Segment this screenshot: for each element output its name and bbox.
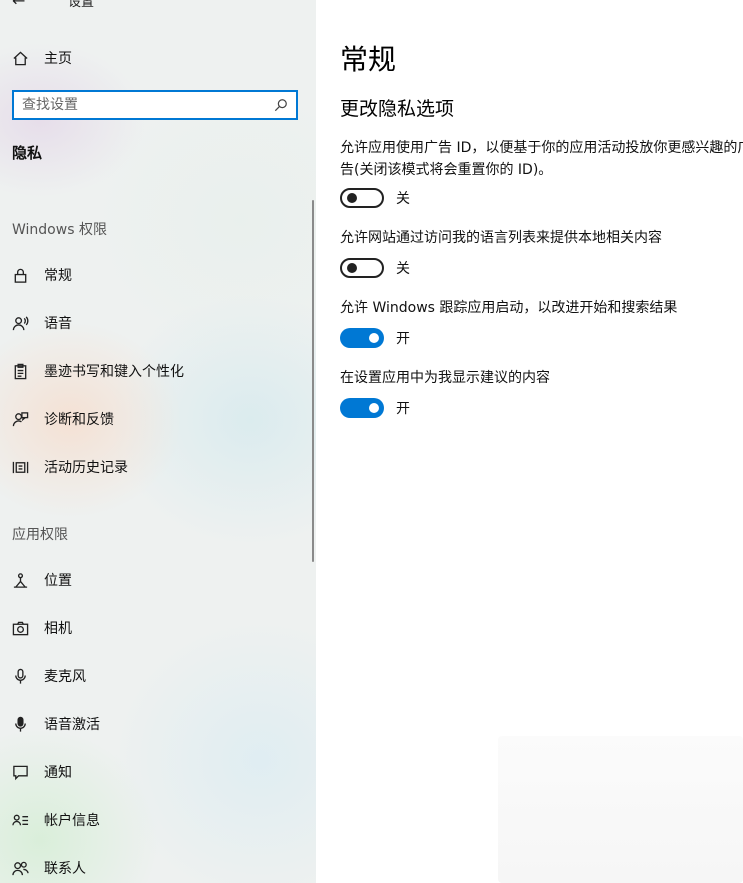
sidebar-item-notifications[interactable]: 通知 bbox=[0, 752, 300, 792]
search-input[interactable] bbox=[14, 92, 274, 118]
sidebar-item-activity[interactable]: 活动历史记录 bbox=[0, 447, 300, 487]
option-suggested-content-row: 开 bbox=[340, 398, 410, 418]
sidebar-scrollbar[interactable] bbox=[312, 200, 314, 562]
toggle-state-label: 关 bbox=[396, 261, 410, 277]
sidebar-item-label: 帐户信息 bbox=[44, 813, 100, 829]
back-arrow-icon[interactable]: ← bbox=[12, 0, 32, 10]
settings-window: ← 设置 主页 隐私 Windows 权限 常规 bbox=[0, 0, 743, 883]
search-box[interactable] bbox=[12, 90, 298, 120]
sidebar-item-voice-activation[interactable]: 语音激活 bbox=[0, 704, 300, 744]
account-list-icon bbox=[11, 811, 29, 829]
sidebar-item-label: 诊断和反馈 bbox=[44, 412, 114, 428]
sidebar-item-label: 活动历史记录 bbox=[44, 460, 128, 476]
location-icon bbox=[11, 571, 29, 589]
sidebar-item-speech[interactable]: 语音 bbox=[0, 303, 300, 343]
toggle-knob bbox=[369, 403, 379, 413]
sidebar-item-label: 位置 bbox=[44, 573, 72, 589]
toggle-state-label: 开 bbox=[396, 401, 410, 417]
sidebar-item-label: 麦克风 bbox=[44, 669, 86, 685]
section-subtitle: 更改隐私选项 bbox=[340, 98, 455, 120]
section-title: 隐私 bbox=[12, 144, 43, 162]
toggle-knob bbox=[347, 193, 357, 203]
speech-person-icon bbox=[11, 314, 29, 332]
option-app-launch-tracking-text: 允许 Windows 跟踪应用启动，以改进开始和搜索结果 bbox=[340, 300, 678, 316]
sidebar-item-inking[interactable]: 墨迹书写和键入个性化 bbox=[0, 351, 300, 391]
sidebar-item-label: 常规 bbox=[44, 268, 72, 284]
group-header-apps: 应用权限 bbox=[12, 527, 68, 543]
toggle-knob bbox=[347, 263, 357, 273]
option-language-list-row: 关 bbox=[340, 258, 410, 278]
sidebar-item-microphone[interactable]: 麦克风 bbox=[0, 656, 300, 696]
option-advertising-id-text: 允许应用使用广告 ID，以便基于你的应用活动投放你更感兴趣的广告(关闭该模式将会… bbox=[340, 140, 743, 178]
group-header-windows: Windows 权限 bbox=[12, 222, 107, 238]
page-title: 常规 bbox=[340, 43, 397, 76]
sidebar-item-label: 通知 bbox=[44, 765, 72, 781]
toggle-knob bbox=[369, 333, 379, 343]
sidebar-item-account-info[interactable]: 帐户信息 bbox=[0, 800, 300, 840]
sidebar: ← 设置 主页 隐私 Windows 权限 常规 bbox=[0, 0, 316, 883]
sidebar-item-label: 主页 bbox=[44, 51, 72, 67]
contacts-icon bbox=[11, 859, 29, 877]
clipboard-icon bbox=[11, 362, 29, 380]
sidebar-item-contacts[interactable]: 联系人 bbox=[0, 848, 300, 883]
suggested-content-toggle[interactable] bbox=[340, 398, 384, 418]
sidebar-item-general[interactable]: 常规 bbox=[0, 255, 300, 295]
chat-icon bbox=[11, 763, 29, 781]
toggle-state-label: 开 bbox=[396, 331, 410, 347]
blank-panel bbox=[498, 736, 743, 883]
app-launch-tracking-toggle[interactable] bbox=[340, 328, 384, 348]
sidebar-item-diagnostics[interactable]: 诊断和反馈 bbox=[0, 399, 300, 439]
microphone-icon bbox=[11, 667, 29, 685]
option-advertising-id-row: 关 bbox=[340, 188, 410, 208]
timeline-icon bbox=[11, 458, 29, 476]
sidebar-item-label: 相机 bbox=[44, 621, 72, 637]
sidebar-item-label: 联系人 bbox=[44, 861, 86, 877]
window-title: 设置 bbox=[68, 0, 95, 10]
sidebar-item-label: 墨迹书写和键入个性化 bbox=[44, 364, 184, 380]
search-icon[interactable] bbox=[274, 97, 290, 113]
toggle-state-label: 关 bbox=[396, 191, 410, 207]
title-bar: ← 设置 bbox=[12, 0, 94, 12]
language-list-toggle[interactable] bbox=[340, 258, 384, 278]
advertising-id-toggle[interactable] bbox=[340, 188, 384, 208]
lock-icon bbox=[11, 266, 29, 284]
feedback-person-icon bbox=[11, 410, 29, 428]
sidebar-item-label: 语音 bbox=[44, 316, 72, 332]
camera-icon bbox=[11, 619, 29, 637]
option-suggested-content-text: 在设置应用中为我显示建议的内容 bbox=[340, 370, 550, 386]
sidebar-item-home[interactable]: 主页 bbox=[0, 38, 300, 78]
option-app-launch-tracking-row: 开 bbox=[340, 328, 410, 348]
option-language-list-text: 允许网站通过访问我的语言列表来提供本地相关内容 bbox=[340, 230, 662, 246]
sidebar-item-location[interactable]: 位置 bbox=[0, 560, 300, 600]
microphone-filled-icon bbox=[11, 715, 29, 733]
home-icon bbox=[11, 49, 29, 67]
sidebar-item-camera[interactable]: 相机 bbox=[0, 608, 300, 648]
sidebar-item-label: 语音激活 bbox=[44, 717, 100, 733]
